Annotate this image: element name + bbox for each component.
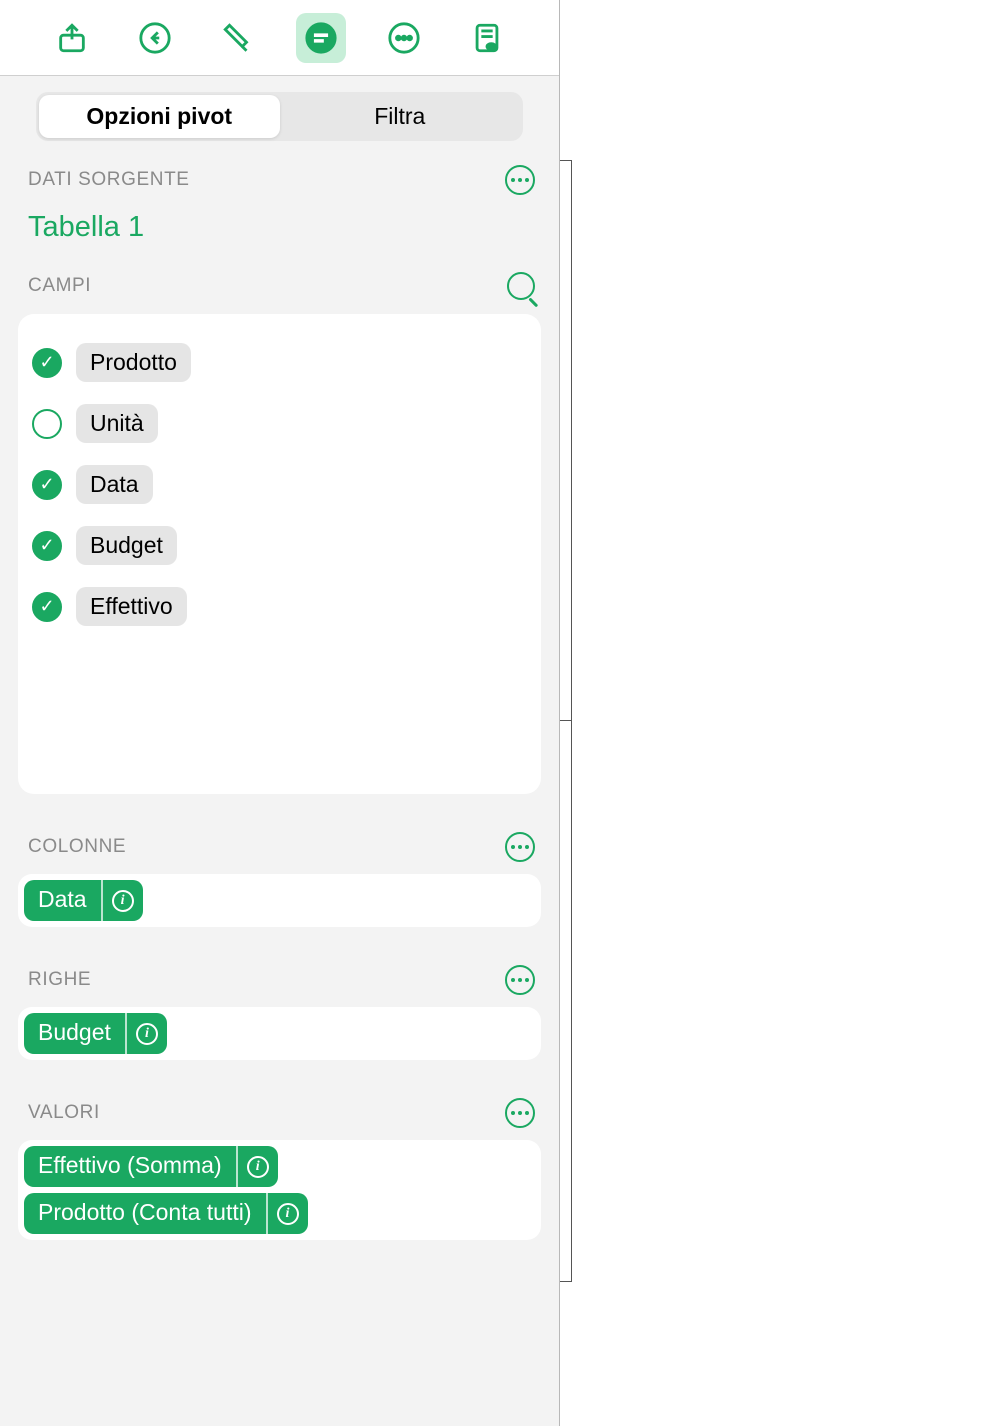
section-label-rows: RIGHE: [28, 969, 91, 991]
columns-slot[interactable]: Data i: [18, 874, 541, 927]
column-pill[interactable]: Data i: [24, 880, 143, 921]
pill-label: Prodotto (Conta tutti): [24, 1193, 266, 1234]
share-icon[interactable]: [47, 13, 97, 63]
field-chip[interactable]: Unità: [76, 404, 158, 443]
rows-slot[interactable]: Budget i: [18, 1007, 541, 1060]
section-label-fields: CAMPI: [28, 275, 91, 297]
section-label-source: DATI SORGENTE: [28, 169, 190, 191]
values-more-button[interactable]: [505, 1098, 535, 1128]
search-fields-icon[interactable]: [507, 272, 535, 300]
value-pill[interactable]: Prodotto (Conta tutti) i: [24, 1193, 308, 1234]
checkmark-icon[interactable]: ✓: [32, 531, 62, 561]
checkmark-icon[interactable]: ✓: [32, 592, 62, 622]
row-pill[interactable]: Budget i: [24, 1013, 167, 1054]
unchecked-icon[interactable]: [32, 409, 62, 439]
field-chip[interactable]: Budget: [76, 526, 177, 565]
source-more-button[interactable]: [505, 165, 535, 195]
field-chip[interactable]: Prodotto: [76, 343, 191, 382]
field-chip[interactable]: Effettivo: [76, 587, 187, 626]
field-row[interactable]: Unità: [32, 393, 527, 454]
format-brush-icon[interactable]: [213, 13, 263, 63]
section-label-columns: COLONNE: [28, 836, 126, 858]
info-icon[interactable]: i: [236, 1146, 278, 1187]
callout-bracket: [571, 160, 572, 1282]
toolbar: [0, 0, 559, 76]
tab-switcher: Opzioni pivot Filtra: [36, 92, 523, 141]
pivot-options-icon[interactable]: [296, 13, 346, 63]
field-row[interactable]: ✓ Budget: [32, 515, 527, 576]
source-table-name[interactable]: Tabella 1: [18, 199, 541, 272]
field-row[interactable]: ✓ Effettivo: [32, 576, 527, 637]
section-label-values: VALORI: [28, 1102, 100, 1124]
pill-label: Data: [24, 880, 101, 921]
field-row[interactable]: ✓ Data: [32, 454, 527, 515]
info-icon[interactable]: i: [266, 1193, 308, 1234]
values-slot[interactable]: Effettivo (Somma) i Prodotto (Conta tutt…: [18, 1140, 541, 1240]
tab-pivot-options[interactable]: Opzioni pivot: [39, 95, 280, 138]
rows-more-button[interactable]: [505, 965, 535, 995]
undo-icon[interactable]: [130, 13, 180, 63]
tab-filter[interactable]: Filtra: [280, 95, 521, 138]
checkmark-icon[interactable]: ✓: [32, 470, 62, 500]
columns-more-button[interactable]: [505, 832, 535, 862]
field-chip[interactable]: Data: [76, 465, 153, 504]
info-icon[interactable]: i: [101, 880, 143, 921]
document-view-icon[interactable]: [462, 13, 512, 63]
pill-label: Effettivo (Somma): [24, 1146, 236, 1187]
field-row[interactable]: ✓ Prodotto: [32, 332, 527, 393]
pill-label: Budget: [24, 1013, 125, 1054]
fields-list: ✓ Prodotto Unità ✓ Data ✓ Budget ✓ Effet…: [18, 314, 541, 794]
info-icon[interactable]: i: [125, 1013, 167, 1054]
checkmark-icon[interactable]: ✓: [32, 348, 62, 378]
value-pill[interactable]: Effettivo (Somma) i: [24, 1146, 278, 1187]
more-icon[interactable]: [379, 13, 429, 63]
